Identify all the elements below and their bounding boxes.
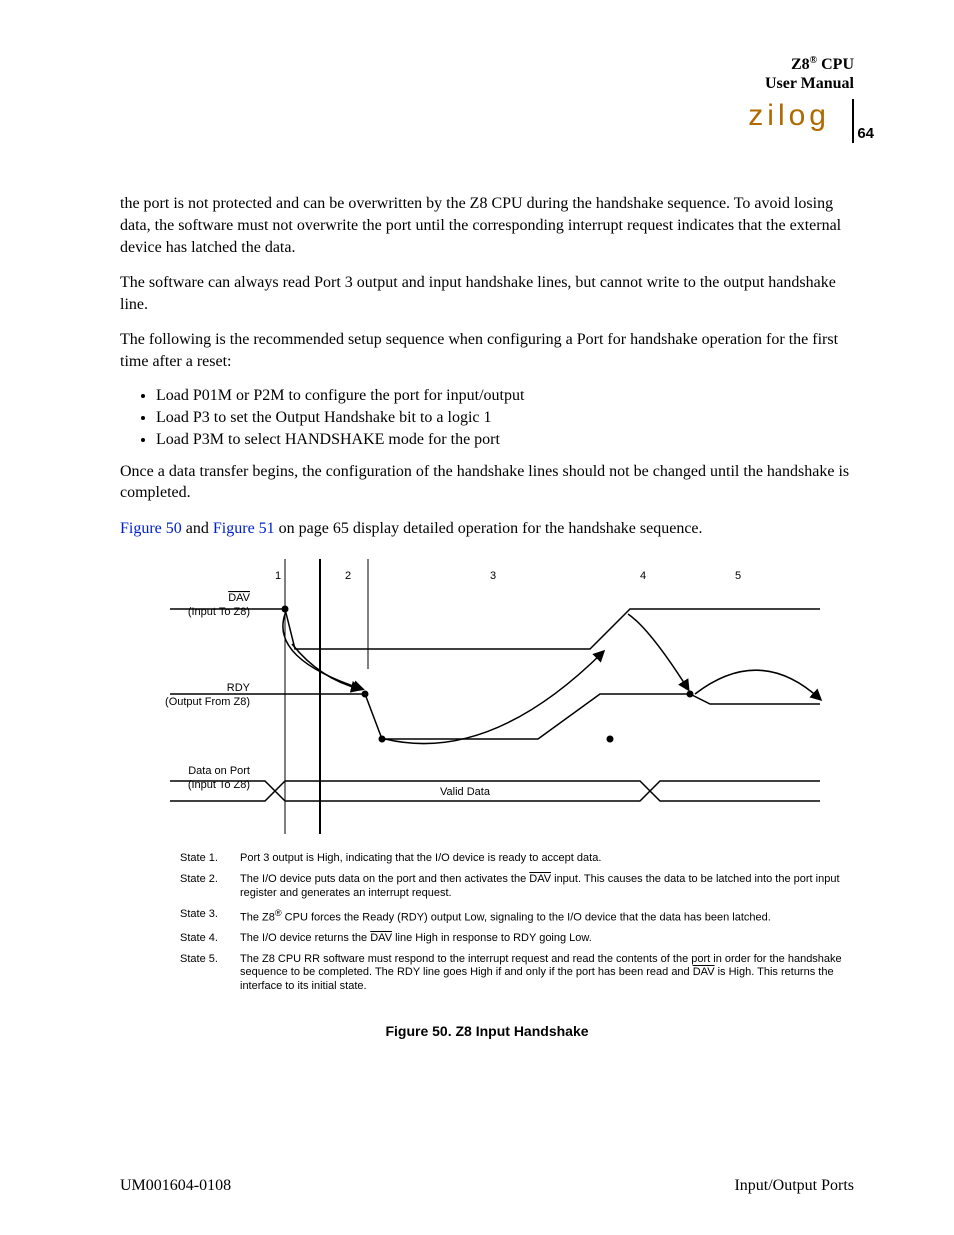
header-title: Z8® CPU User Manual [120, 55, 854, 93]
svg-text:3: 3 [490, 570, 496, 582]
zilog-logo: zilog [748, 99, 830, 133]
svg-text:5: 5 [735, 570, 741, 582]
svg-text:DAV: DAV [228, 592, 250, 604]
doc-id: UM001604-0108 [120, 1177, 231, 1195]
paragraph-4: Once a data transfer begins, the configu… [120, 461, 854, 504]
svg-text:1: 1 [275, 570, 281, 582]
figure-50-link[interactable]: Figure 50 [120, 520, 182, 537]
figure-caption: Figure 50. Z8 Input Handshake [120, 1023, 854, 1039]
paragraph-3: The following is the recommended setup s… [120, 329, 854, 372]
svg-text:Data on Port: Data on Port [188, 765, 250, 777]
page-footer: UM001604-0108 Input/Output Ports [120, 1177, 854, 1195]
state-row: State 1. Port 3 output is High, indicati… [180, 852, 850, 873]
svg-text:(Output From Z8): (Output From Z8) [165, 696, 250, 708]
svg-text:2: 2 [345, 570, 351, 582]
paragraph-5: Figure 50 and Figure 51 on page 65 displ… [120, 518, 854, 540]
list-item: Load P3M to select HANDSHAKE mode for th… [156, 431, 854, 449]
logo-row: zilog 64 [120, 99, 854, 143]
state-row: State 4. The I/O device returns the DAV … [180, 932, 850, 953]
section-name: Input/Output Ports [734, 1177, 854, 1195]
state-row: State 3. The Z8® CPU forces the Ready (R… [180, 908, 850, 932]
timing-diagram: 1 2 3 4 5 DAV (Input To Z8) RDY (Output … [120, 559, 854, 834]
svg-text:(Input To Z8): (Input To Z8) [188, 606, 250, 618]
list-item: Load P01M or P2M to configure the port f… [156, 387, 854, 405]
page-number: 64 [857, 125, 874, 142]
paragraph-2: The software can always read Port 3 outp… [120, 272, 854, 315]
paragraph-1: the port is not protected and can be ove… [120, 193, 854, 258]
svg-text:RDY: RDY [227, 682, 251, 694]
figure-51-link[interactable]: Figure 51 [213, 520, 275, 537]
product-name: Z8 [791, 56, 810, 73]
setup-list: Load P01M or P2M to configure the port f… [120, 387, 854, 449]
state-row: State 2. The I/O device puts data on the… [180, 873, 850, 908]
doc-subtitle: User Manual [765, 75, 854, 92]
state-descriptions: State 1. Port 3 output is High, indicati… [180, 852, 850, 1001]
list-item: Load P3 to set the Output Handshake bit … [156, 409, 854, 427]
state-row: State 5. The Z8 CPU RR software must res… [180, 953, 850, 1001]
product-suffix: CPU [817, 56, 854, 73]
svg-text:Valid Data: Valid Data [440, 786, 491, 798]
svg-text:4: 4 [640, 570, 646, 582]
